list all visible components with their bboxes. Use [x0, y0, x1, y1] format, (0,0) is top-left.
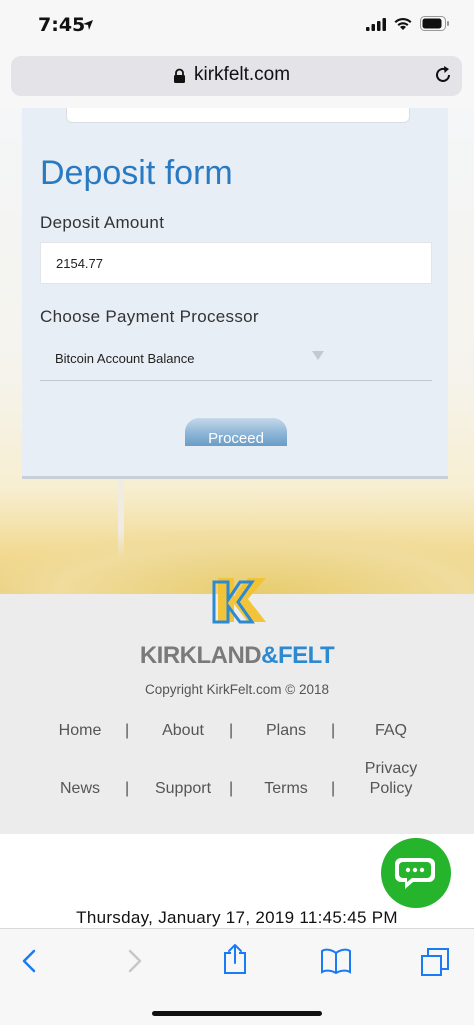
- chat-icon: [395, 854, 437, 897]
- amount-input[interactable]: 2154.77: [40, 242, 432, 284]
- browser-chrome: kirkfelt.com: [0, 50, 474, 109]
- datetime-text: Thursday, January 17, 2019 11:45:45 PM: [76, 908, 398, 927]
- proceed-label: Proceed: [208, 430, 264, 446]
- status-time: 7:45: [38, 14, 86, 36]
- logo-text-felt: &FELT: [261, 642, 335, 669]
- wifi-icon: [393, 16, 413, 36]
- form-title: Deposit form: [40, 154, 233, 192]
- footer-link-about[interactable]: About: [150, 722, 216, 740]
- processor-label: Choose Payment Processor: [40, 307, 259, 326]
- address-bar[interactable]: kirkfelt.com: [11, 56, 462, 96]
- nav-separator: |: [331, 722, 336, 739]
- processor-selected-value: Bitcoin Account Balance: [55, 351, 195, 366]
- reload-icon[interactable]: [433, 65, 453, 90]
- signal-icon: [366, 18, 386, 36]
- lock-icon: [173, 68, 186, 89]
- amount-label: Deposit Amount: [40, 213, 165, 232]
- battery-icon: [420, 16, 450, 36]
- footer: KIRKLAND&FELT Copyright KirkFelt.com © 2…: [0, 578, 474, 834]
- previous-field: [66, 108, 410, 123]
- nav-separator: |: [125, 722, 130, 739]
- tabs-icon[interactable]: [420, 947, 450, 982]
- chat-button[interactable]: [381, 838, 451, 908]
- footer-link-terms[interactable]: Terms: [256, 780, 316, 798]
- home-indicator: [152, 1011, 322, 1016]
- footer-link-home[interactable]: Home: [46, 722, 114, 740]
- processor-select[interactable]: Bitcoin Account Balance: [40, 336, 432, 381]
- footer-link-privacy-policy[interactable]: Privacy Policy: [356, 759, 426, 799]
- forward-icon[interactable]: [124, 947, 144, 980]
- browser-toolbar: [0, 928, 474, 1025]
- nav-separator: |: [125, 780, 130, 797]
- bookmarks-icon[interactable]: [320, 947, 352, 980]
- status-bar: 7:45: [0, 0, 474, 50]
- nav-separator: |: [229, 780, 234, 797]
- footer-link-plans[interactable]: Plans: [256, 722, 316, 740]
- nav-separator: |: [331, 780, 336, 797]
- copyright-text: Copyright KirkFelt.com © 2018: [144, 682, 330, 697]
- footer-link-support[interactable]: Support: [148, 780, 218, 798]
- logo-wordmark: KIRKLAND&FELT: [0, 642, 474, 670]
- back-icon[interactable]: [20, 947, 40, 980]
- proceed-button[interactable]: Proceed: [185, 418, 287, 446]
- deposit-form-card: Deposit form Deposit Amount 2154.77 Choo…: [22, 108, 448, 479]
- share-icon[interactable]: [222, 943, 248, 980]
- logo-text-kirkland: KIRKLAND: [139, 642, 262, 669]
- logo-mark-icon: [212, 574, 268, 631]
- dropdown-arrow-icon: [312, 351, 324, 360]
- nav-separator: |: [229, 722, 234, 739]
- url-text[interactable]: kirkfelt.com: [194, 64, 290, 86]
- footer-link-faq[interactable]: FAQ: [362, 722, 420, 740]
- location-arrow-icon: [82, 18, 94, 36]
- footer-link-news[interactable]: News: [46, 780, 114, 798]
